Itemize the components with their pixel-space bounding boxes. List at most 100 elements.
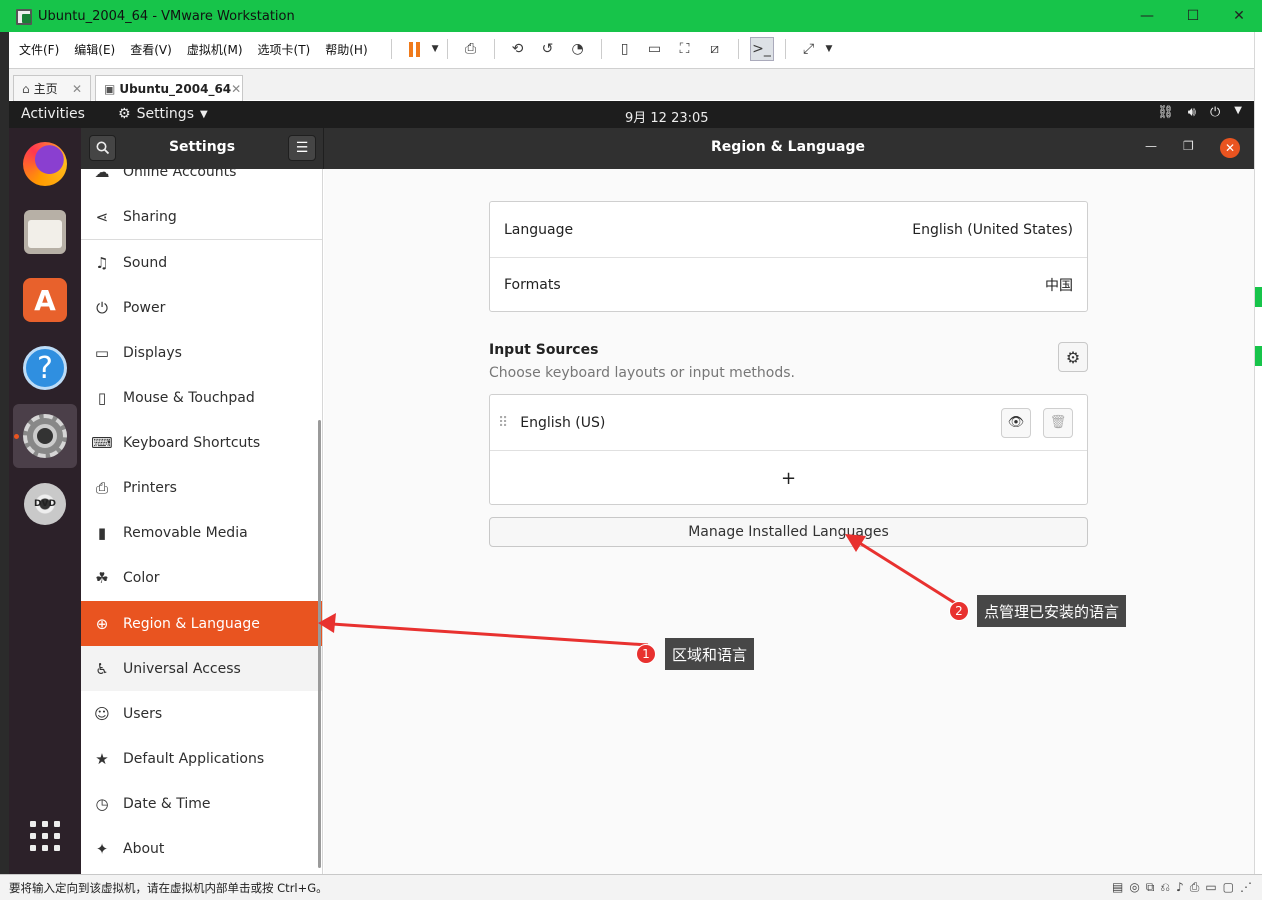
menu-tabs[interactable]: 选项卡(T) — [258, 41, 311, 58]
menu-vm[interactable]: 虚拟机(M) — [187, 41, 243, 58]
sidebar-item-displays[interactable]: ▭ Displays — [81, 330, 322, 375]
clock[interactable]: 9月 12 23:05 — [625, 107, 709, 126]
sidebar-item-date-time[interactable]: ◷ Date & Time — [81, 781, 322, 826]
snapshot-manager-icon[interactable]: ◔ — [566, 37, 590, 61]
pause-icon[interactable] — [403, 37, 427, 61]
close-icon[interactable]: ✕ — [1216, 0, 1262, 32]
firefox-icon[interactable] — [21, 140, 69, 188]
resize-grip-icon[interactable]: ⋰ — [1240, 880, 1252, 895]
menu-edit[interactable]: 编辑(E) — [74, 41, 115, 58]
tab-vm[interactable]: ▣ Ubuntu_2004_64 ✕ — [95, 75, 243, 101]
close-tab-icon[interactable]: ✕ — [231, 82, 241, 96]
hard-disk-icon[interactable]: ▤ — [1112, 880, 1123, 895]
hamburger-menu-button[interactable]: ☰ — [288, 135, 316, 161]
sidebar-item-universal-access[interactable]: ♿︎ Universal Access — [81, 646, 322, 691]
mouse-icon: ▯ — [97, 388, 107, 407]
language-label: Language — [504, 221, 574, 238]
display-icon[interactable]: ▭ — [1205, 880, 1216, 895]
activities-button[interactable]: Activities — [21, 106, 85, 122]
clock-icon: ◷ — [95, 794, 109, 813]
snapshot-icon[interactable]: ⟲ — [506, 37, 530, 61]
user-icon: ☺ — [94, 704, 110, 723]
revert-snapshot-icon[interactable]: ↺ — [536, 37, 560, 61]
input-source-label: English (US) — [520, 414, 606, 431]
color-icon: ☘ — [95, 568, 109, 587]
menu-file[interactable]: 文件(F) — [19, 41, 59, 58]
maximize-icon[interactable]: ☐ — [1170, 0, 1216, 32]
preview-layout-button[interactable]: 👁︎ — [1001, 407, 1031, 438]
sidebar-item-label: Date & Time — [123, 795, 211, 812]
annotation-badge-2: 2 — [949, 601, 969, 621]
eye-icon: 👁︎ — [1007, 415, 1025, 430]
keyboard-icon: ⌨ — [91, 433, 113, 452]
sidebar-item-printers[interactable]: ⎙ Printers — [81, 465, 322, 510]
chevron-down-icon: ▼ — [199, 108, 208, 120]
drag-handle-icon[interactable]: ⠿ — [498, 415, 508, 431]
usb-device-icon[interactable]: ⎌ — [1160, 880, 1170, 895]
host-background-strip — [1254, 32, 1262, 874]
console-icon[interactable]: >_ — [749, 37, 774, 61]
send-ctrl-alt-del-icon[interactable]: ⎙ — [459, 37, 483, 61]
sound-card-icon[interactable]: ♪ — [1176, 880, 1184, 895]
system-tray[interactable]: ⛓ 🔊︎ ⏻ ▼ — [1157, 105, 1242, 120]
app-menu[interactable]: ⚙ Settings ▼ — [118, 106, 208, 122]
input-sources-subtitle: Choose keyboard layouts or input methods… — [489, 365, 795, 381]
thumbnail-icon[interactable]: ▭ — [643, 37, 667, 61]
help-icon[interactable]: ? — [21, 344, 69, 392]
unity-icon[interactable]: ⧄ — [703, 37, 727, 61]
settings-icon[interactable] — [13, 404, 77, 468]
sidebar-item-label: Mouse & Touchpad — [123, 389, 255, 406]
menu-help[interactable]: 帮助(H) — [325, 41, 367, 58]
remove-input-button[interactable]: 🗑︎ — [1043, 407, 1073, 438]
input-sources-title: Input Sources — [489, 342, 599, 358]
star-icon: ★ — [95, 749, 109, 768]
status-message: 要将输入定向到该虚拟机，请在虚拟机内部单击或按 Ctrl+G。 — [9, 880, 328, 895]
add-input-source-row[interactable]: + — [490, 450, 1087, 505]
sidebar-item-online-accounts[interactable]: ☁ Online Accounts — [81, 169, 322, 194]
chevron-down-icon[interactable]: ▼ — [826, 44, 833, 54]
software-icon[interactable]: A — [21, 276, 69, 324]
sidebar-item-label: About — [123, 840, 165, 857]
chevron-down-icon[interactable]: ▼ — [432, 44, 439, 54]
toolbar-separator — [446, 39, 448, 59]
fullscreen-icon[interactable]: ⛶ — [673, 37, 697, 61]
input-options-button[interactable]: ⚙ — [1058, 342, 1088, 372]
language-formats-list: Language English (United States) Formats… — [489, 201, 1088, 312]
tab-home[interactable]: ⌂ 主页 ✕ — [13, 75, 91, 101]
minimize-icon[interactable]: — — [1124, 0, 1170, 32]
sidebar-item-sound[interactable]: ♫ Sound — [81, 240, 322, 285]
sidebar-item-keyboard[interactable]: ⌨ Keyboard Shortcuts — [81, 420, 322, 465]
sidebar-toggle-icon[interactable]: ▯ — [613, 37, 637, 61]
close-tab-icon[interactable]: ✕ — [72, 82, 82, 96]
manage-languages-button[interactable]: Manage Installed Languages — [489, 517, 1088, 547]
sidebar-item-power[interactable]: ⏻ Power — [81, 285, 322, 330]
sidebar-item-color[interactable]: ☘ Color — [81, 555, 322, 600]
input-sources-list: ⠿ English (US) 👁︎ 🗑︎ + — [489, 394, 1088, 505]
dvd-icon[interactable]: DVD — [21, 480, 69, 528]
network-adapter-icon[interactable]: ⧉ — [1146, 880, 1155, 895]
minimize-icon[interactable]: — — [1145, 139, 1157, 153]
sidebar-item-region-language[interactable]: ⊕ Region & Language — [81, 601, 322, 646]
sidebar-item-removable-media[interactable]: ▮ Removable Media — [81, 510, 322, 555]
sidebar-item-label: Power — [123, 299, 166, 316]
restore-icon[interactable]: ❐ — [1183, 139, 1194, 153]
share-icon: ⋖ — [95, 207, 109, 226]
sidebar-item-sharing[interactable]: ⋖ Sharing — [81, 194, 322, 239]
cd-icon[interactable]: ◎ — [1129, 880, 1139, 895]
stretch-icon[interactable]: ⤢ — [797, 37, 821, 61]
sidebar-item-mouse[interactable]: ▯ Mouse & Touchpad — [81, 375, 322, 420]
sidebar-item-about[interactable]: ✦ About — [81, 826, 322, 871]
printer-icon[interactable]: ⎙ — [1190, 880, 1200, 895]
input-source-row[interactable]: ⠿ English (US) 👁︎ 🗑︎ — [490, 395, 1087, 450]
sidebar-item-default-applications[interactable]: ★ Default Applications — [81, 736, 322, 781]
language-row[interactable]: Language English (United States) — [490, 202, 1087, 257]
menu-view[interactable]: 查看(V) — [130, 41, 172, 58]
message-icon[interactable]: ▢ — [1223, 880, 1234, 895]
show-apps-icon[interactable] — [21, 812, 69, 860]
close-icon[interactable]: ✕ — [1220, 138, 1240, 158]
sidebar-item-label: Sound — [123, 254, 168, 271]
sidebar-item-users[interactable]: ☺ Users — [81, 691, 322, 736]
files-icon[interactable] — [21, 208, 69, 256]
sidebar-scrollbar[interactable] — [318, 420, 321, 868]
formats-row[interactable]: Formats 中国 — [490, 257, 1087, 312]
